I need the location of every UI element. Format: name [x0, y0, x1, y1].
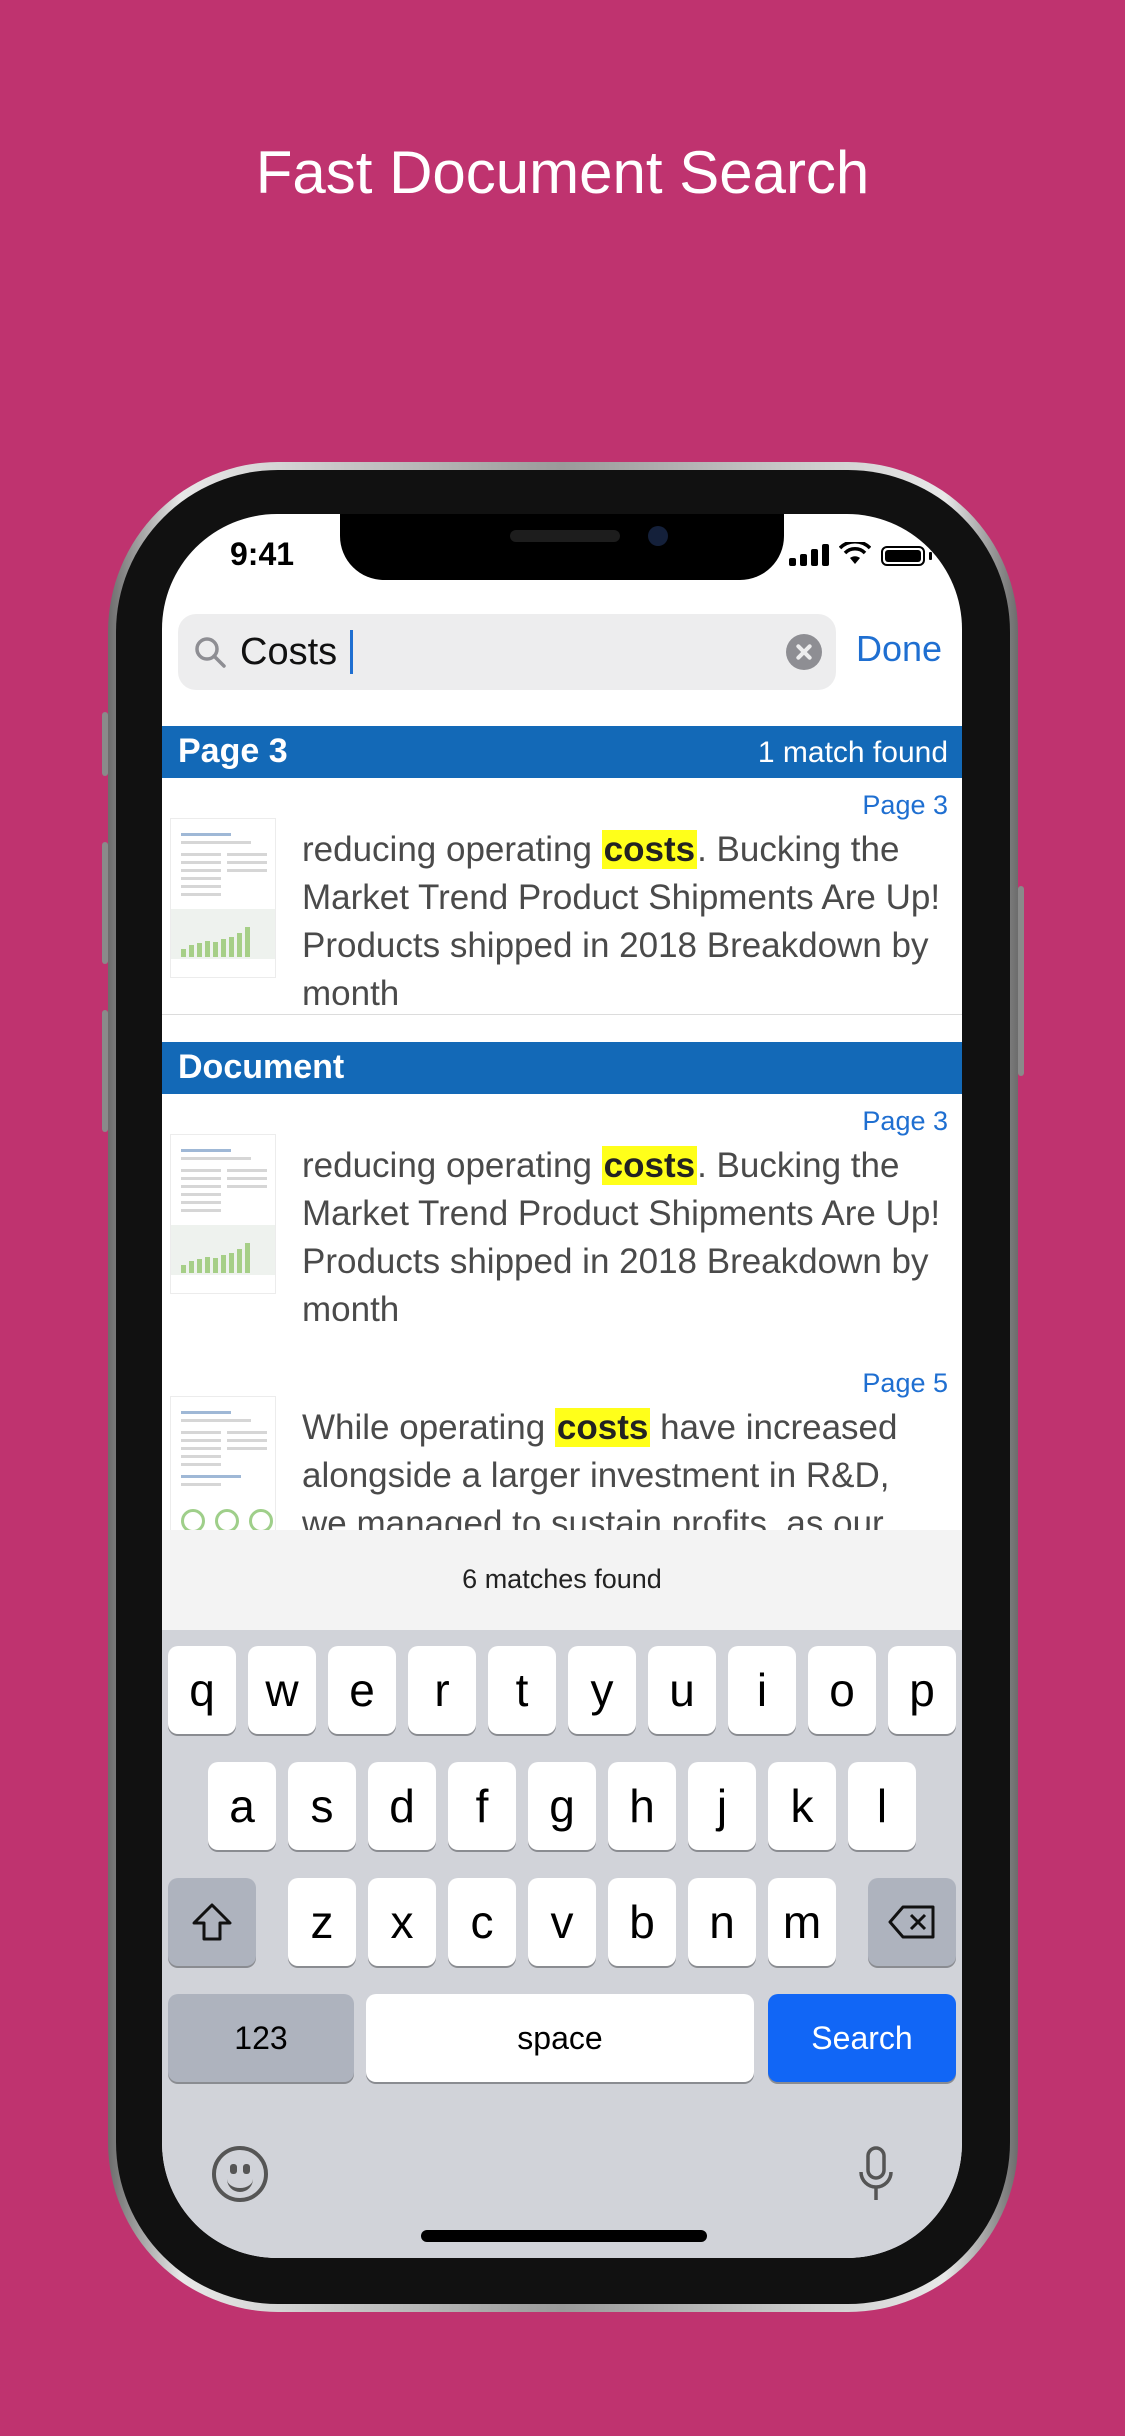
section-title: Document [178, 1048, 345, 1086]
match-highlight: costs [554, 1408, 651, 1447]
result-snippet: reducing operating costs. Bucking the Ma… [302, 826, 942, 1018]
volume-down-button [102, 1010, 108, 1132]
key-s[interactable]: s [288, 1762, 356, 1850]
status-icons [789, 542, 932, 566]
key-z[interactable]: z [288, 1878, 356, 1966]
search-input[interactable] [240, 628, 760, 676]
section-title: Page 3 [178, 732, 288, 770]
search-key[interactable]: Search [768, 1994, 956, 2082]
key-t[interactable]: t [488, 1646, 556, 1734]
results-footer: 6 matches found [162, 1530, 962, 1630]
delete-icon [888, 1905, 935, 1939]
keyboard: q w e r t y u i o p a s d f g h j k l z … [162, 1630, 962, 2258]
snippet-text: reducing operating [302, 830, 602, 869]
promo-headline: Fast Document Search [255, 139, 870, 206]
snippet-text: While operating [302, 1408, 555, 1447]
section-match-count: 1 match found [757, 736, 948, 769]
page-thumbnail [170, 818, 276, 978]
key-b[interactable]: b [608, 1878, 676, 1966]
search-icon [195, 637, 226, 668]
shift-key[interactable] [168, 1878, 256, 1966]
wifi-icon [839, 542, 871, 564]
match-highlight: costs [601, 830, 698, 869]
result-snippet: reducing operating costs. Bucking the Ma… [302, 1142, 942, 1334]
text-caret [350, 630, 353, 674]
key-c[interactable]: c [448, 1878, 516, 1966]
search-result[interactable]: Page 5 While operating costs have increa… [162, 1356, 962, 1530]
page-thumbnail [170, 1396, 276, 1530]
key-m[interactable]: m [768, 1878, 836, 1966]
key-g[interactable]: g [528, 1762, 596, 1850]
cellular-signal-icon [789, 544, 829, 566]
key-k[interactable]: k [768, 1762, 836, 1850]
battery-cap [929, 552, 932, 560]
result-page-ref: Page 3 [862, 790, 948, 820]
silent-switch [102, 712, 108, 776]
result-page-ref: Page 3 [862, 1106, 948, 1136]
key-u[interactable]: u [648, 1646, 716, 1734]
key-y[interactable]: y [568, 1646, 636, 1734]
volume-up-button [102, 842, 108, 964]
key-r[interactable]: r [408, 1646, 476, 1734]
speaker-grille [510, 530, 620, 542]
space-key[interactable]: space [366, 1994, 754, 2082]
power-button [1018, 886, 1024, 1076]
snippet-text: reducing operating [302, 1146, 602, 1185]
key-j[interactable]: j [688, 1762, 756, 1850]
status-time: 9:41 [230, 536, 295, 572]
key-d[interactable]: d [368, 1762, 436, 1850]
done-button[interactable]: Done [856, 628, 942, 670]
section-header-page: Page 3 1 match found [162, 726, 962, 778]
total-matches: 6 matches found [462, 1564, 662, 1594]
numbers-key[interactable]: 123 [168, 1994, 354, 2082]
shift-icon [192, 1903, 232, 1941]
search-bar[interactable] [178, 614, 836, 690]
key-v[interactable]: v [528, 1878, 596, 1966]
phone-screen: 9:41 Done Page 3 1 match found Page 3 [162, 514, 962, 2258]
key-x[interactable]: x [368, 1878, 436, 1966]
clear-search-icon[interactable] [786, 634, 822, 670]
emoji-icon[interactable] [212, 2146, 268, 2202]
front-camera [648, 526, 668, 546]
key-e[interactable]: e [328, 1646, 396, 1734]
key-f[interactable]: f [448, 1762, 516, 1850]
microphone-icon[interactable] [856, 2144, 896, 2204]
key-q[interactable]: q [168, 1646, 236, 1734]
home-indicator[interactable] [421, 2230, 707, 2242]
result-snippet: While operating costs have increased alo… [302, 1404, 942, 1530]
page-thumbnail [170, 1134, 276, 1294]
notch [340, 514, 784, 580]
key-a[interactable]: a [208, 1762, 276, 1850]
battery-icon [881, 546, 925, 566]
delete-key[interactable] [868, 1878, 956, 1966]
result-page-ref: Page 5 [862, 1368, 948, 1398]
key-i[interactable]: i [728, 1646, 796, 1734]
key-h[interactable]: h [608, 1762, 676, 1850]
key-n[interactable]: n [688, 1878, 756, 1966]
match-highlight: costs [601, 1146, 698, 1185]
key-l[interactable]: l [848, 1762, 916, 1850]
key-o[interactable]: o [808, 1646, 876, 1734]
section-header-document: Document [162, 1042, 962, 1094]
key-p[interactable]: p [888, 1646, 956, 1734]
search-result[interactable]: Page 3 reducing operating costs. Bucking… [162, 778, 962, 1015]
key-w[interactable]: w [248, 1646, 316, 1734]
search-result[interactable]: Page 3 reducing operating costs. Bucking… [162, 1094, 962, 1357]
